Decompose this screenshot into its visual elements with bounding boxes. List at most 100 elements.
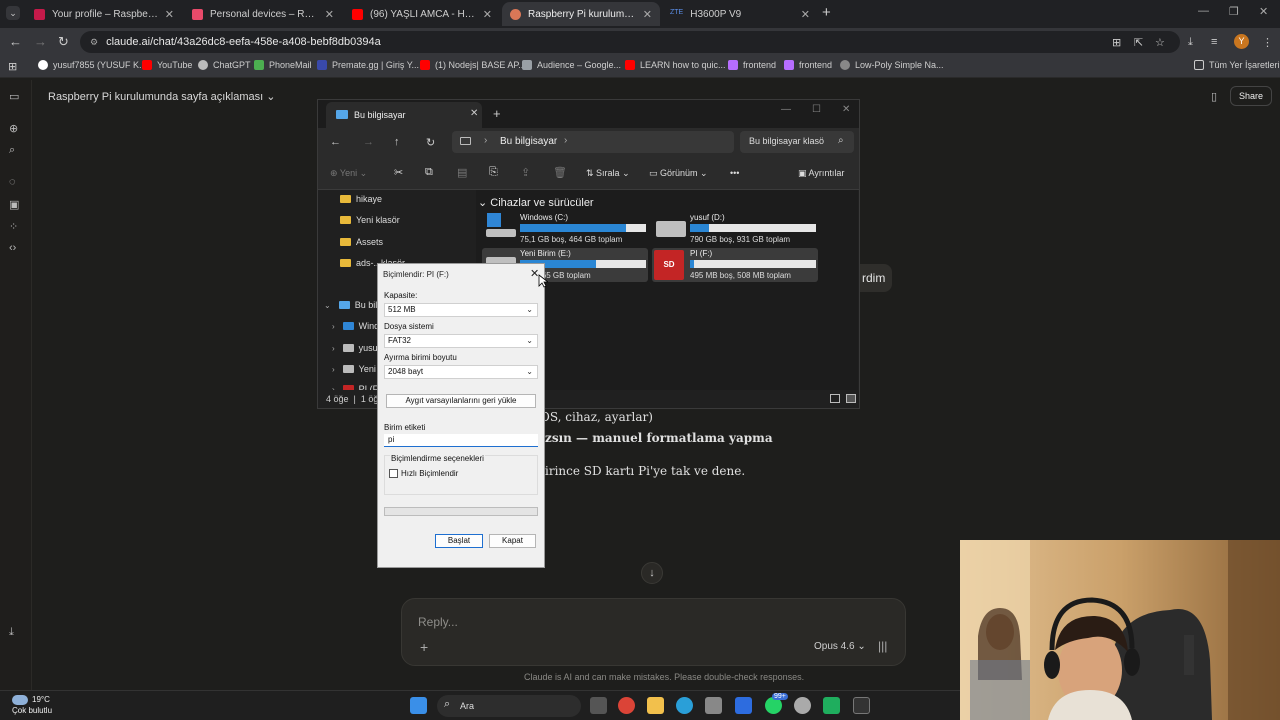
close-icon[interactable]: ✕	[325, 8, 334, 21]
forward-arrow-icon[interactable]: →	[34, 34, 47, 49]
tab-personal-devices[interactable]: Personal devices – Raspberry Pi ✕	[184, 2, 342, 26]
delete-icon[interactable]: 🗑	[553, 166, 567, 179]
paste-icon[interactable]: ▤	[457, 166, 467, 179]
chats-icon[interactable]: ◌	[9, 176, 16, 188]
view-button[interactable]: ▭ Görünüm ⌄	[649, 168, 708, 179]
scroll-down-button[interactable]: ↓	[641, 562, 663, 584]
menu-dots-icon[interactable]: ⋮	[1262, 36, 1273, 49]
details-view-icon[interactable]	[830, 394, 840, 403]
copy-icon[interactable]: ⧉	[425, 166, 433, 179]
capacity-select[interactable]: 512 MB ⌄	[384, 303, 538, 317]
reply-box[interactable]: Reply... + Opus 4.6 ⌄ |||	[401, 598, 906, 666]
cast-icon[interactable]: ⇱	[1134, 36, 1143, 49]
tab-raspberry-profile[interactable]: Your profile – Raspberry Pi ID ✕	[26, 2, 182, 26]
forward-arrow-icon[interactable]: →	[363, 136, 374, 148]
close-icon[interactable]: ✕	[801, 8, 810, 21]
edge-icon[interactable]	[676, 697, 693, 714]
new-chat-icon[interactable]: ⊕	[9, 122, 18, 135]
tab-router[interactable]: ZTE H3600P V9 ✕	[662, 2, 818, 26]
minimize-icon[interactable]: —	[781, 104, 791, 115]
refresh-icon[interactable]: ↻	[426, 136, 435, 149]
terminal-icon[interactable]	[853, 697, 870, 714]
bookmark-lowpoly[interactable]: Low-Poly Simple Na...	[840, 60, 944, 70]
quick-format-label[interactable]: Hızlı Biçimlendir	[401, 469, 458, 478]
explorer-search-input[interactable]: Bu bilgisayar klasö ⌕	[740, 131, 854, 153]
weather-widget[interactable]: 19°C Çok bulutlu	[12, 694, 52, 716]
tiles-view-icon[interactable]	[846, 394, 856, 403]
up-arrow-icon[interactable]: ↑	[394, 136, 400, 148]
rename-icon[interactable]: ⎘	[489, 166, 498, 179]
sidebar-item-hikaye[interactable]: hikaye	[340, 194, 382, 204]
drive-d[interactable]: yusuf (D:) 790 GB boş, 931 GB toplam	[652, 212, 818, 246]
tab-youtube[interactable]: (96) YAŞLI AMCA - HEP DE YOR ✕	[344, 2, 500, 26]
sort-button[interactable]: ⇅ Sırala ⌄	[586, 168, 630, 179]
bookmark-nodejs[interactable]: (1) Nodejs| BASE AP...	[420, 60, 526, 70]
sidebar-item-yusuf[interactable]: › yusuf	[332, 343, 380, 353]
maximize-icon[interactable]: ☐	[812, 104, 821, 115]
reload-icon[interactable]: ↻	[58, 34, 69, 50]
apps-grid-icon[interactable]: ⊞	[8, 60, 17, 73]
translate-icon[interactable]: ⊞	[1112, 36, 1121, 49]
start-button[interactable]: Başlat	[435, 534, 483, 548]
bookmark-frontend-1[interactable]: frontend	[728, 60, 776, 70]
store-icon[interactable]	[705, 697, 722, 714]
back-arrow-icon[interactable]: ←	[330, 136, 341, 148]
new-tab-button[interactable]: +	[822, 4, 831, 21]
volume-label-input[interactable]: pi	[384, 434, 538, 447]
all-bookmarks[interactable]: Tüm Yer İşaretleri	[1194, 60, 1280, 70]
devices-group-header[interactable]: ⌄ Cihazlar ve sürücüler	[478, 196, 594, 209]
profile-avatar[interactable]: Y	[1234, 34, 1249, 49]
chat-title[interactable]: Raspberry Pi kurulumunda sayfa açıklamas…	[48, 90, 276, 103]
taskbar-search[interactable]: ⌕ Ara	[437, 695, 581, 717]
bookmark-frontend-2[interactable]: frontend	[784, 60, 832, 70]
download-app-icon[interactable]: ⤓	[9, 626, 14, 639]
details-button[interactable]: ▣ Ayrıntılar	[798, 168, 844, 179]
sidebar-item-this-pc[interactable]: ⌄ Bu bilg	[324, 300, 382, 310]
artifacts-icon[interactable]: ⁘	[9, 220, 18, 233]
task-view-icon[interactable]	[590, 697, 607, 714]
bookmark-youtube[interactable]: YouTube	[142, 60, 192, 70]
close-icon[interactable]: ✕	[470, 108, 478, 119]
explorer-tab[interactable]: Bu bilgisayar ✕	[326, 102, 482, 128]
drive-c[interactable]: Windows (C:) 75,1 GB boş, 464 GB toplam	[482, 212, 648, 246]
share-button[interactable]: Share	[1230, 86, 1272, 106]
explorer-address-bar[interactable]: › Bu bilgisayar ›	[452, 131, 734, 153]
projects-icon[interactable]: ▣	[9, 198, 19, 211]
back-arrow-icon[interactable]: ←	[9, 34, 22, 49]
settings-gear-icon[interactable]	[794, 697, 811, 714]
chrome-icon[interactable]	[618, 697, 635, 714]
bookmark-learn[interactable]: LEARN how to quic...	[625, 60, 726, 70]
bookmark-github[interactable]: yusuf7855 (YUSUF K...	[38, 60, 147, 70]
bookmark-audience[interactable]: Audience – Google...	[522, 60, 621, 70]
close-icon[interactable]: ✕	[483, 8, 492, 21]
attach-plus-icon[interactable]: +	[420, 639, 428, 655]
bookmark-phonemail[interactable]: PhoneMail	[254, 60, 312, 70]
search-icon[interactable]: ⌕	[9, 144, 15, 157]
maximize-icon[interactable]: ❐	[1229, 5, 1239, 18]
bookmark-premate[interactable]: Premate.gg | Giriş Y...	[317, 60, 419, 70]
chevron-right-icon[interactable]: ›	[564, 135, 567, 146]
file-explorer-icon[interactable]	[647, 697, 664, 714]
reading-list-icon[interactable]: ≡	[1211, 36, 1217, 48]
quick-format-checkbox[interactable]	[389, 469, 398, 478]
sidebar-item-yeni-klasor[interactable]: Yeni klasör	[340, 215, 400, 225]
tab-search-icon[interactable]: ⌄	[6, 6, 20, 20]
new-button[interactable]: ⊕ Yeni ⌄	[330, 168, 367, 179]
close-icon[interactable]: ✕	[165, 8, 174, 21]
drive-f-pi[interactable]: SD PI (F:) 495 MB boş, 508 MB toplam	[652, 248, 818, 282]
document-icon[interactable]: ▯	[1211, 90, 1217, 103]
app-icon[interactable]	[823, 697, 840, 714]
more-options-icon[interactable]: •••	[730, 168, 739, 178]
site-info-icon[interactable]: ⚙	[90, 37, 98, 48]
bookmark-chatgpt[interactable]: ChatGPT	[198, 60, 251, 70]
model-selector[interactable]: Opus 4.6 ⌄	[814, 641, 866, 652]
sidebar-toggle-icon[interactable]: ▭	[9, 90, 19, 103]
cut-icon[interactable]: ✂	[394, 166, 403, 179]
voice-icon[interactable]: |||	[878, 639, 887, 653]
start-windows-icon[interactable]	[410, 697, 427, 714]
tab-claude-active[interactable]: Raspberry Pi kurulumunda sayfa açı ✕	[502, 2, 660, 26]
close-window-icon[interactable]: ✕	[1259, 5, 1268, 18]
minimize-icon[interactable]: —	[1198, 5, 1209, 17]
filesystem-select[interactable]: FAT32 ⌄	[384, 334, 538, 348]
code-icon[interactable]: ‹›	[9, 242, 16, 254]
